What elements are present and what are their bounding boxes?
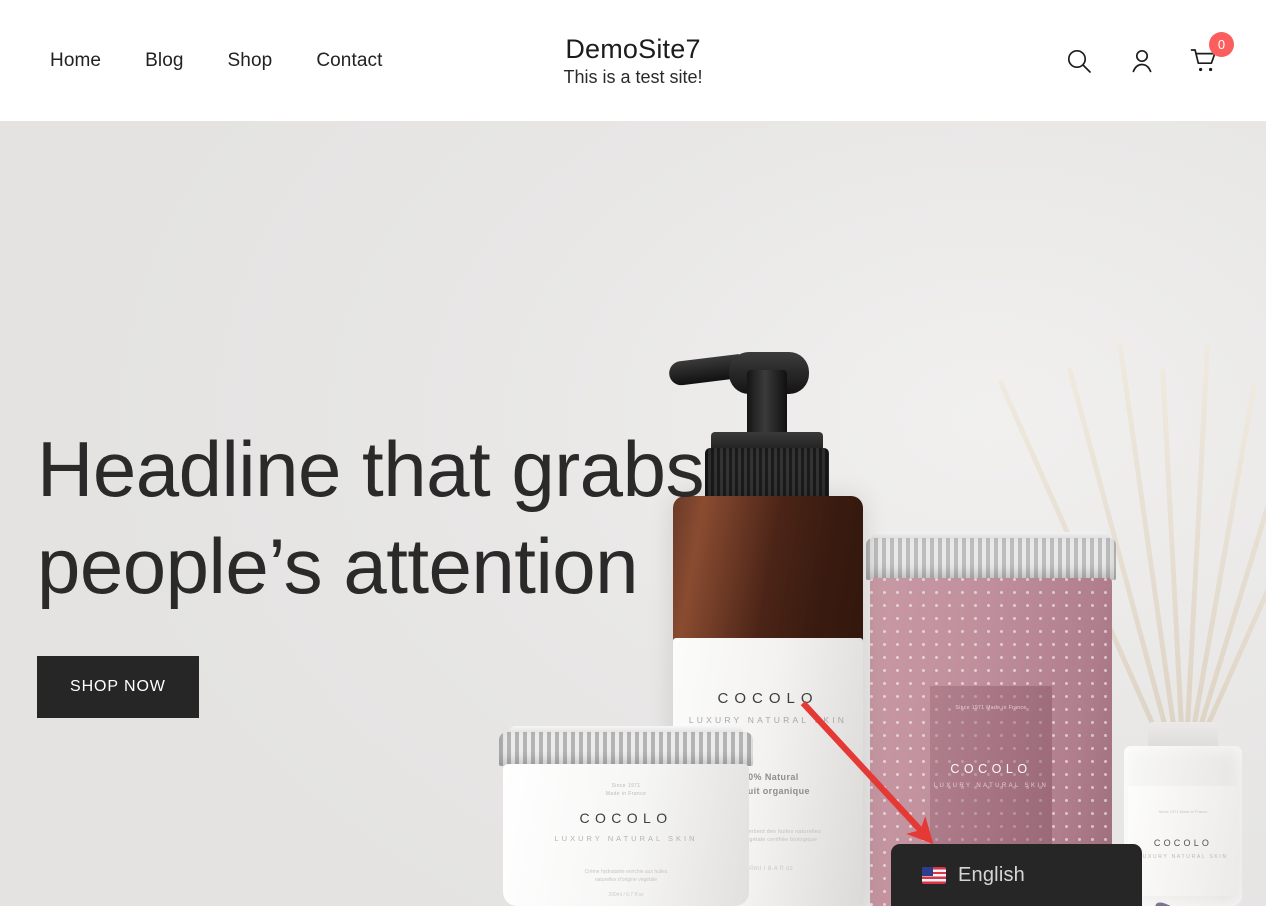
site-tagline: This is a test site!: [563, 66, 703, 87]
white-jar-fineprint: Crème hydratante enrichie aux huiles nat…: [584, 869, 668, 883]
diffuser-label: Since 1971 Made in France COCOLO LUXURY …: [1128, 786, 1238, 896]
account-icon: [1127, 46, 1157, 76]
shop-now-button[interactable]: SHOP NOW: [37, 656, 199, 719]
header-actions: 0: [1062, 0, 1234, 121]
diffuser-top-note: Since 1971 Made in France: [1158, 809, 1208, 814]
nav-item-blog[interactable]: Blog: [145, 50, 183, 72]
search-button[interactable]: [1062, 44, 1096, 78]
nav-item-home[interactable]: Home: [50, 50, 101, 72]
product-white-jar: Since 1971 Made in France COCOLO LUXURY …: [499, 726, 753, 906]
search-icon: [1064, 46, 1094, 76]
diffuser-subtitle: LUXURY NATURAL SKIN: [1138, 854, 1228, 860]
us-flag-canton: [922, 866, 933, 876]
white-jar-subtitle: LUXURY NATURAL SKIN: [554, 834, 698, 843]
white-jar-lid: [499, 732, 753, 766]
site-title[interactable]: DemoSite7: [565, 35, 700, 63]
white-jar-brand: COCOLO: [579, 810, 673, 826]
primary-navigation: Home Blog Shop Contact: [50, 0, 383, 121]
pink-jar-subtitle: LUXURY NATURAL SKIN: [933, 783, 1049, 789]
pink-jar-brand: COCOLO: [950, 762, 1032, 776]
nav-item-contact[interactable]: Contact: [316, 50, 382, 72]
white-jar-volume: 200ml / 6.7 fl oz: [608, 892, 644, 898]
language-switcher[interactable]: English: [891, 844, 1142, 906]
pink-jar-top-note: Since 1971 Made in France: [955, 705, 1027, 711]
hero-copy: Headline that grabs people’s attention S…: [37, 421, 797, 719]
account-button[interactable]: [1125, 44, 1159, 78]
hero-headline: Headline that grabs people’s attention: [37, 425, 704, 610]
white-jar-top-note: Since 1971 Made in France: [605, 783, 647, 797]
us-flag-icon: [922, 866, 946, 884]
language-option-english[interactable]: English: [891, 865, 1142, 885]
language-label: English: [958, 864, 1025, 886]
cart-count-badge: 0: [1209, 31, 1234, 57]
white-jar-body: Since 1971 Made in France COCOLO LUXURY …: [503, 764, 749, 906]
diffuser-brand: COCOLO: [1153, 838, 1213, 848]
site-header: Home Blog Shop Contact DemoSite7 This is…: [0, 0, 1266, 121]
hero-section: Since 1971 Made in France COCOLO LUXURY …: [0, 121, 1266, 906]
pink-jar-lid: [866, 538, 1116, 580]
page-root: Home Blog Shop Contact DemoSite7 This is…: [0, 0, 1266, 906]
dried-lavender-decor: [1128, 884, 1266, 906]
cart-button[interactable]: 0: [1188, 31, 1234, 78]
nav-item-shop[interactable]: Shop: [228, 50, 273, 72]
